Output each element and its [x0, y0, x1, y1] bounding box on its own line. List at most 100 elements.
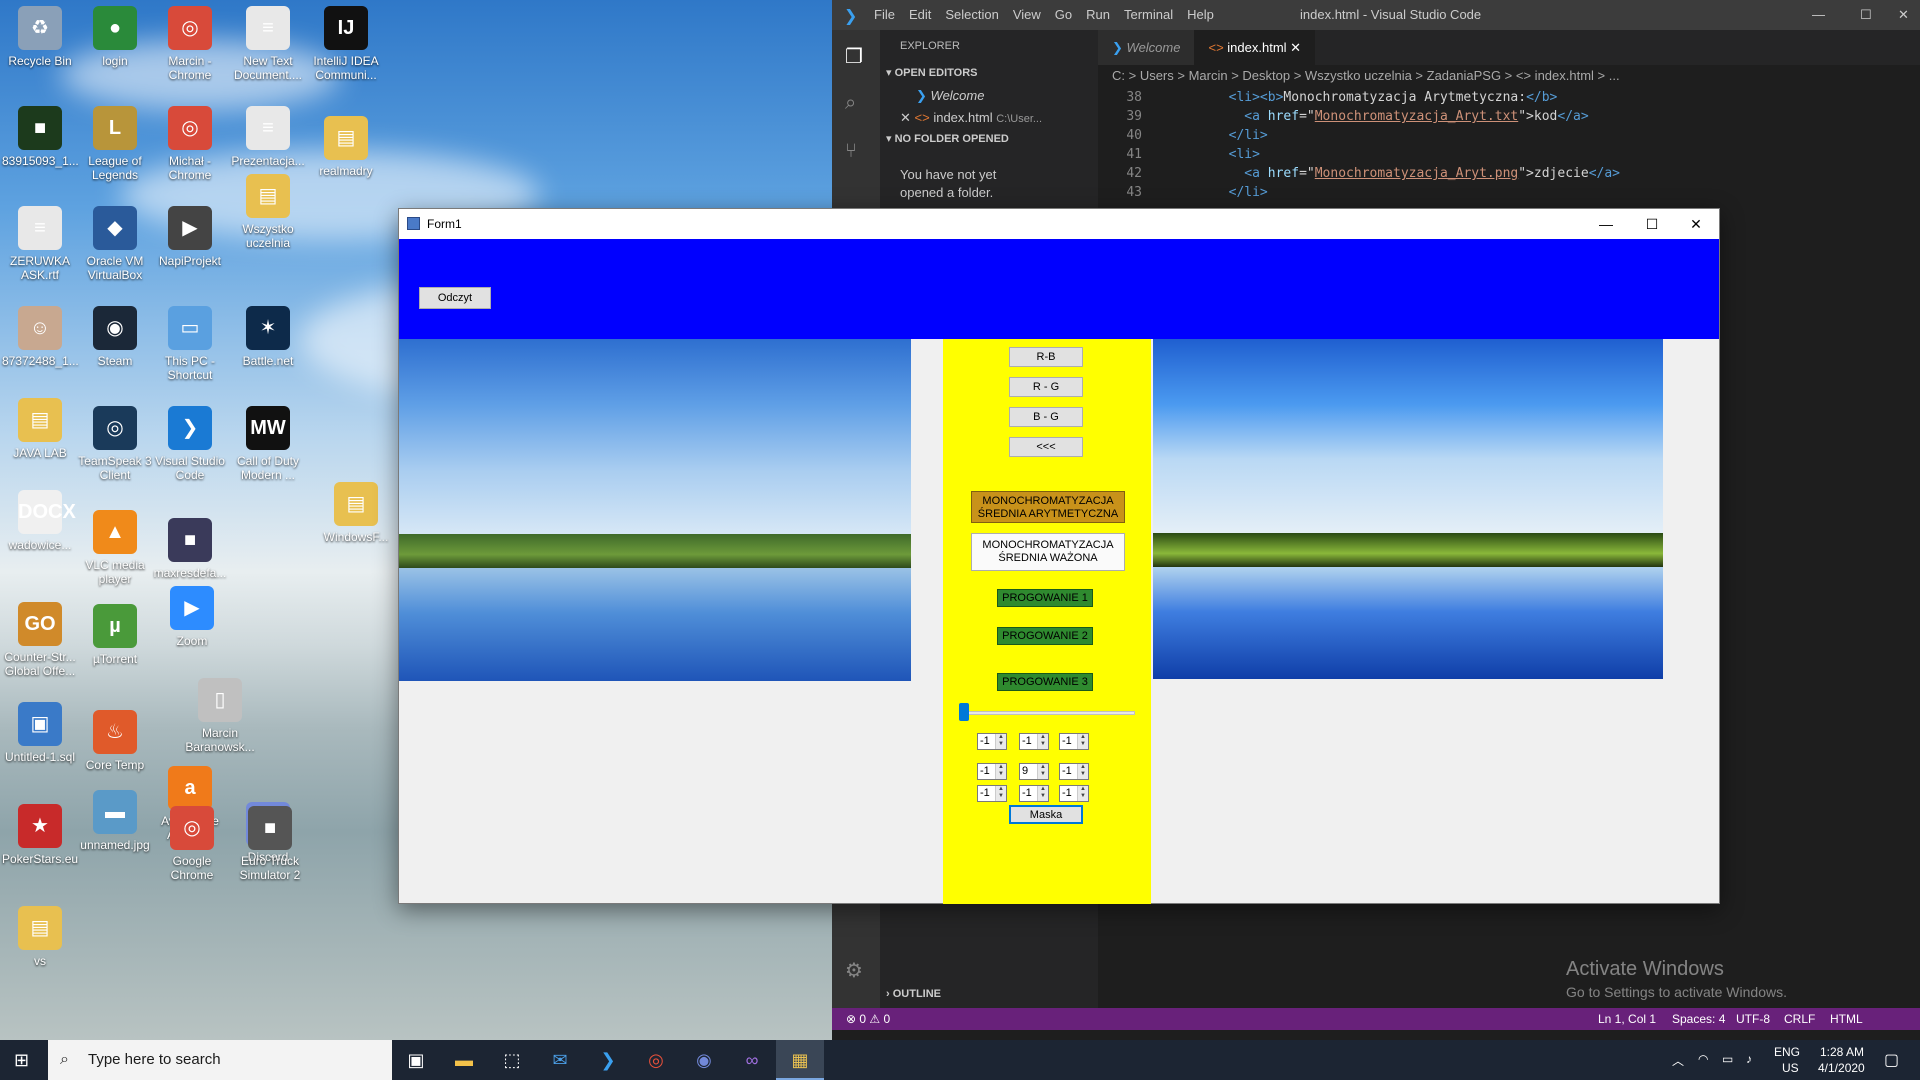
volume-icon[interactable]: ♪: [1746, 1052, 1752, 1066]
problems-indicator[interactable]: ⊗ 0 ⚠ 0: [846, 1008, 890, 1030]
taskbar-search-box[interactable]: ⌕ Type here to search: [48, 1040, 392, 1080]
mask-value-input[interactable]: -1 ▲ ▼: [977, 785, 1007, 802]
windows-start-icon[interactable]: ⊞: [14, 1050, 34, 1070]
file-explorer-icon[interactable]: ▬: [440, 1040, 488, 1080]
code-line[interactable]: 38 <li><b>Monochromatyzacja Arytmetyczna…: [1098, 88, 1920, 107]
code-line[interactable]: 42 <a href="Monochromatyzacja_Aryt.png">…: [1098, 164, 1920, 183]
desktop-icon[interactable]: ☺ 87372488_1...: [2, 306, 79, 368]
language-mode[interactable]: HTML: [1830, 1008, 1863, 1030]
desktop-icon[interactable]: ✶ Battle.net: [230, 306, 306, 368]
desktop-icon[interactable]: ◎ Marcin - Chrome: [152, 6, 228, 82]
notifications-icon[interactable]: ▢: [1884, 1050, 1899, 1070]
close-icon[interactable]: ✕: [1898, 0, 1909, 30]
minimize-icon[interactable]: —: [1583, 209, 1629, 239]
menu-item[interactable]: Run: [1086, 0, 1110, 30]
threshold-slider-thumb[interactable]: [959, 703, 969, 721]
threshold-slider-track[interactable]: [961, 711, 1135, 715]
breadcrumb[interactable]: C: > Users > Marcin > Desktop > Wszystko…: [1098, 65, 1920, 87]
mask-value-input[interactable]: -1 ▲ ▼: [1059, 733, 1089, 750]
mono-arithmetic-button[interactable]: MONOCHROMATYZACJA ŚREDNIA ARYTMETYCZNA: [971, 491, 1125, 523]
close-icon[interactable]: ✕: [1673, 209, 1719, 239]
desktop-icon[interactable]: ▶ NapiProjekt: [152, 206, 228, 268]
code-line[interactable]: 43 </li>: [1098, 183, 1920, 202]
clock-time[interactable]: 1:28 AM: [1820, 1045, 1864, 1059]
desktop-icon[interactable]: ■ Euro Truck Simulator 2: [232, 806, 308, 882]
desktop-icon[interactable]: ≡ Prezentacja...: [230, 106, 306, 168]
spinner-arrows-icon[interactable]: ▲ ▼: [1037, 734, 1048, 749]
mask-value-input[interactable]: -1 ▲ ▼: [1019, 733, 1049, 750]
tab-index-html[interactable]: <> index.html ✕: [1194, 30, 1316, 65]
spinner-arrows-icon[interactable]: ▲ ▼: [1077, 734, 1088, 749]
discord-icon[interactable]: ◉: [680, 1040, 728, 1080]
store-icon[interactable]: ⬚: [488, 1040, 536, 1080]
tab-close-icon[interactable]: ✕: [1290, 40, 1301, 55]
menu-item[interactable]: Terminal: [1124, 0, 1173, 30]
desktop-icon[interactable]: ◎ Google Chrome: [154, 806, 230, 882]
desktop-icon[interactable]: ▤ Wszystko uczelnia: [230, 174, 306, 250]
threshold-1-button[interactable]: PROGOWANIE 1: [997, 589, 1093, 607]
desktop-icon[interactable]: ◆ Oracle VM VirtualBox: [77, 206, 153, 282]
desktop-icon[interactable]: L League of Legends: [77, 106, 153, 182]
source-control-icon[interactable]: ⑂: [845, 140, 857, 163]
mail-icon[interactable]: ✉: [536, 1040, 584, 1080]
desktop-icon[interactable]: ◉ Steam: [77, 306, 153, 368]
minimize-icon[interactable]: —: [1812, 0, 1825, 30]
mask-value-input[interactable]: -1 ▲ ▼: [977, 733, 1007, 750]
encoding[interactable]: UTF-8: [1736, 1008, 1770, 1030]
desktop-icon[interactable]: ▤ realmadry: [308, 116, 384, 178]
desktop-icon[interactable]: ♻ Recycle Bin: [2, 6, 78, 68]
visual-studio-icon[interactable]: ∞: [728, 1040, 776, 1080]
threshold-2-button[interactable]: PROGOWANIE 2: [997, 627, 1093, 645]
desktop-icon[interactable]: MW Call of Duty Modern ...: [230, 406, 306, 482]
desktop-icon[interactable]: ▶ Zoom: [154, 586, 230, 648]
search-icon[interactable]: ⌕: [845, 92, 856, 115]
spinner-arrows-icon[interactable]: ▲ ▼: [1037, 786, 1048, 801]
desktop-icon[interactable]: ≡ ZERUWKA ASK.rtf: [2, 206, 78, 282]
spinner-arrows-icon[interactable]: ▲ ▼: [1077, 764, 1088, 779]
desktop-icon[interactable]: GO Counter-Str... Global Offe...: [2, 602, 78, 678]
files-icon[interactable]: ❐: [845, 44, 863, 69]
vscode-taskbar-icon[interactable]: ❯: [584, 1040, 632, 1080]
desktop-icon[interactable]: ■ 83915093_1...: [2, 106, 79, 168]
back-button[interactable]: <<<: [1009, 437, 1083, 457]
bg-button[interactable]: B - G: [1009, 407, 1083, 427]
wifi-icon[interactable]: ◠: [1698, 1052, 1708, 1066]
mask-value-input[interactable]: -1 ▲ ▼: [1019, 785, 1049, 802]
mask-button[interactable]: Maska: [1009, 805, 1083, 824]
maximize-icon[interactable]: ☐: [1860, 0, 1872, 30]
spinner-arrows-icon[interactable]: ▲ ▼: [995, 786, 1006, 801]
tab-welcome[interactable]: ❯ Welcome: [1098, 30, 1195, 65]
spinner-arrows-icon[interactable]: ▲ ▼: [995, 764, 1006, 779]
desktop-icon[interactable]: ▲ VLC media player: [77, 510, 153, 586]
cursor-position[interactable]: Ln 1, Col 1: [1598, 1008, 1656, 1030]
open-editor-welcome[interactable]: ❯ Welcome: [916, 88, 984, 104]
code-editor[interactable]: 38 <li><b>Monochromatyzacja Arytmetyczna…: [1098, 87, 1920, 202]
desktop-icon[interactable]: ▭ This PC - Shortcut: [152, 306, 228, 382]
desktop-icon[interactable]: ♨ Core Temp: [77, 710, 153, 772]
menu-item[interactable]: Selection: [945, 0, 998, 30]
desktop-icon[interactable]: ◎ TeamSpeak 3 Client: [77, 406, 153, 482]
desktop-icon[interactable]: ❯ Visual Studio Code: [152, 406, 228, 482]
mask-value-input[interactable]: -1 ▲ ▼: [977, 763, 1007, 780]
form1-taskbar-icon[interactable]: ▦: [776, 1040, 824, 1080]
code-line[interactable]: 39 <a href="Monochromatyzacja_Aryt.txt">…: [1098, 107, 1920, 126]
gear-icon[interactable]: ⚙: [845, 958, 863, 983]
menu-item[interactable]: Go: [1055, 0, 1072, 30]
menu-item[interactable]: Edit: [909, 0, 931, 30]
rg-button[interactable]: R - G: [1009, 377, 1083, 397]
clock-date[interactable]: 4/1/2020: [1818, 1061, 1865, 1075]
chrome-icon[interactable]: ◎: [632, 1040, 680, 1080]
desktop-icon[interactable]: ▤ WindowsF...: [318, 482, 394, 544]
rb-button[interactable]: R-B: [1009, 347, 1083, 367]
language-indicator[interactable]: ENG: [1774, 1045, 1800, 1059]
tray-chevron-icon[interactable]: ︿: [1672, 1052, 1684, 1069]
desktop-icon[interactable]: IJ IntelliJ IDEA Communi...: [308, 6, 384, 82]
mask-value-input[interactable]: -1 ▲ ▼: [1059, 785, 1089, 802]
desktop-icon[interactable]: ▯ Marcin Baranowsk...: [182, 678, 258, 754]
outline-header[interactable]: › OUTLINE: [886, 988, 941, 1000]
menu-item[interactable]: File: [874, 0, 895, 30]
task-view-icon[interactable]: ▣: [392, 1040, 440, 1080]
desktop-icon[interactable]: ▬ unnamed.jpg: [77, 790, 153, 852]
desktop-icon[interactable]: ▤ vs: [2, 906, 78, 968]
region-indicator[interactable]: US: [1782, 1061, 1799, 1075]
